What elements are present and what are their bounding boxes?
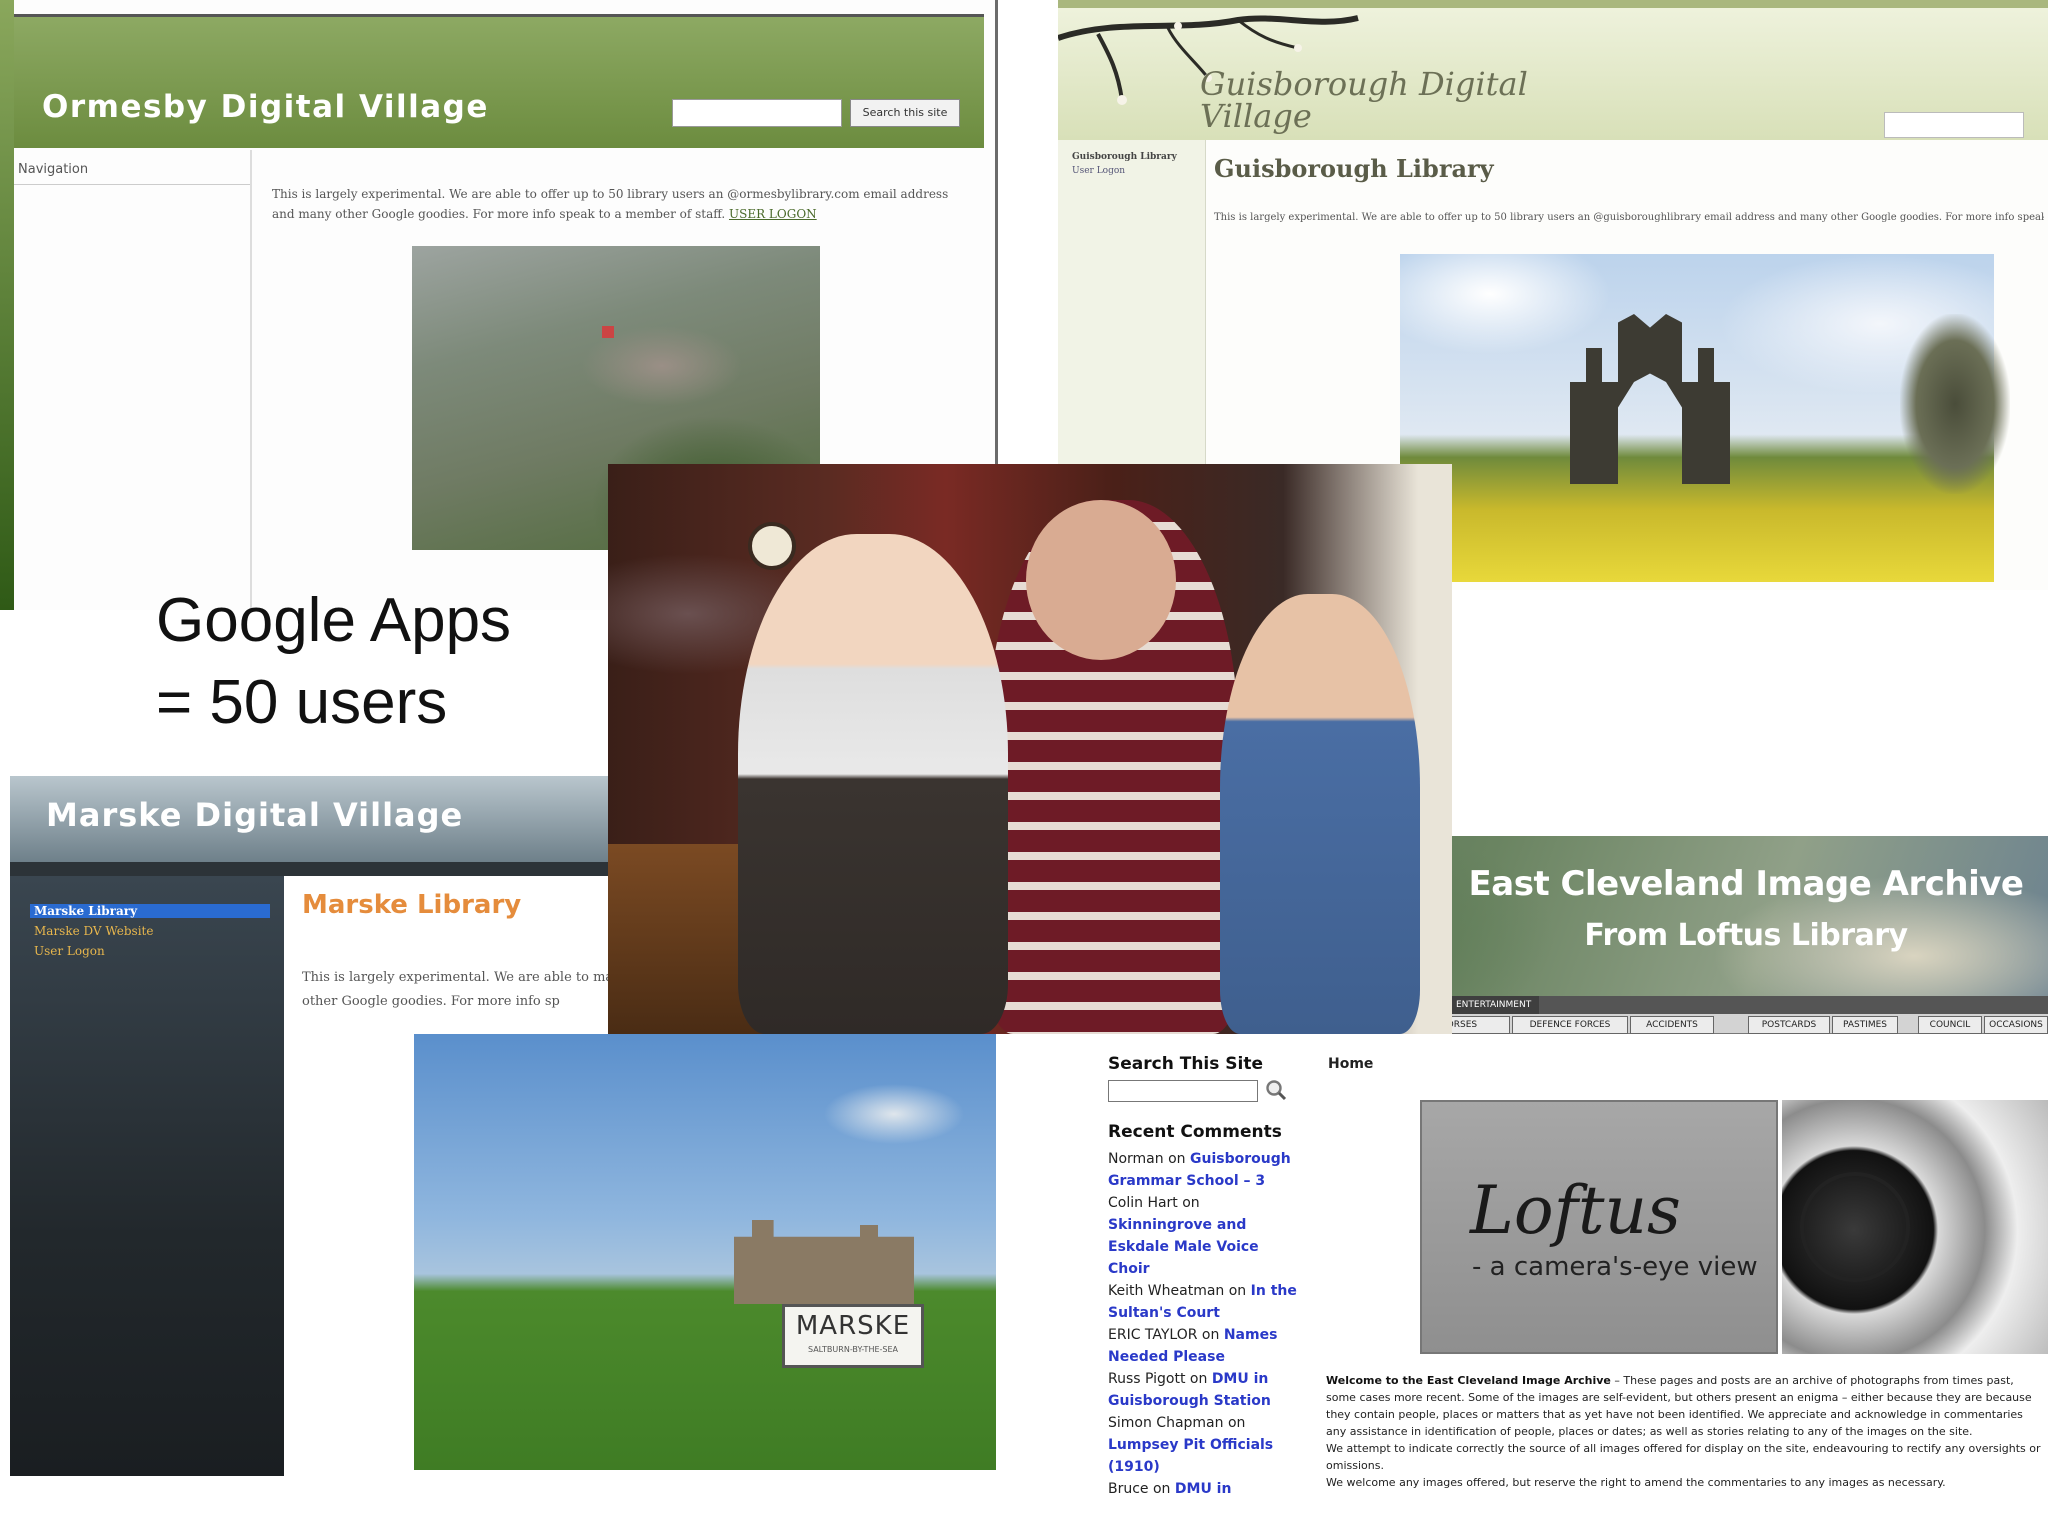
loftus-title: Loftus: [1470, 1172, 1681, 1249]
tab-occasions[interactable]: OCCASIONS: [1984, 1016, 2048, 1034]
search-input[interactable]: [1884, 112, 2024, 138]
user-logon-link[interactable]: USER LOGON: [729, 207, 817, 221]
site-title: Ormesby Digital Village: [42, 89, 489, 125]
comment-post-link[interactable]: Lumpsey Pit Officials (1910): [1108, 1437, 1273, 1475]
page-title: Marske Library: [302, 890, 522, 920]
wall-clock: [748, 522, 796, 570]
tab-entertainment[interactable]: ENTERTAINMENT: [1448, 996, 1540, 1014]
list-item: Norman on Guisborough Grammar School – 3: [1108, 1148, 1304, 1192]
search-icon[interactable]: [1264, 1078, 1288, 1102]
intro-text: This is largely experimental. We are abl…: [272, 184, 972, 224]
sign-subtext: SALTBURN-BY-THE-SEA: [807, 1345, 899, 1354]
loftus-banner: Loftus - a camera's-eye view: [1420, 1100, 1778, 1354]
comment-author: ERIC TAYLOR on: [1108, 1327, 1220, 1343]
list-item: Bruce on DMU in: [1108, 1478, 1304, 1500]
welcome-text: Welcome to the East Cleveland Image Arch…: [1326, 1372, 2042, 1491]
welcome-paragraph-3: We welcome any images offered, but reser…: [1326, 1476, 1946, 1489]
recent-comments-heading: Recent Comments: [1108, 1122, 1282, 1142]
home-heading: Home: [1328, 1056, 1374, 1072]
tab-pastimes[interactable]: PASTIMES: [1832, 1016, 1898, 1034]
intro-text: This is largely experimental. We are abl…: [1214, 212, 2044, 223]
tab-postcards[interactable]: POSTCARDS: [1748, 1016, 1830, 1034]
search-input[interactable]: [1108, 1080, 1258, 1102]
banner-subtitle: From Loftus Library: [1584, 918, 1908, 953]
comment-author: Russ Pigott on: [1108, 1371, 1208, 1387]
navigation-label: Navigation: [18, 162, 89, 177]
tree: [1900, 314, 2010, 494]
comment-author: Keith Wheatman on: [1108, 1283, 1247, 1299]
sidebar-navigation: Navigation: [14, 150, 252, 610]
comment-post-link[interactable]: DMU in: [1175, 1481, 1232, 1497]
tab-accidents[interactable]: ACCIDENTS: [1630, 1016, 1714, 1034]
slide-caption: Google Apps = 50 users: [156, 580, 511, 744]
user-logon-link[interactable]: User Logon: [1072, 166, 1125, 176]
sidebar-item-user-logon[interactable]: User Logon: [34, 944, 105, 958]
search-heading: Search This Site: [1108, 1054, 1264, 1074]
comment-author: Bruce on: [1108, 1481, 1171, 1497]
priory-photo: [1400, 254, 2010, 582]
search-button[interactable]: Search this site: [850, 99, 960, 127]
comment-author: Simon Chapman on: [1108, 1415, 1246, 1431]
hall-building: [734, 1220, 914, 1304]
loftus-subtitle: - a camera's-eye view: [1472, 1252, 1758, 1282]
welcome-paragraph-2: We attempt to indicate correctly the sou…: [1326, 1442, 2041, 1472]
person-2-head: [1026, 500, 1176, 660]
page-title: Guisborough Library: [1214, 154, 1494, 183]
comment-author: Colin Hart on: [1108, 1195, 1200, 1211]
sign-text: MARSKE: [795, 1311, 911, 1341]
divider: [14, 184, 250, 185]
comment-author: Norman on: [1108, 1151, 1186, 1167]
recent-comments-list: Norman on Guisborough Grammar School – 3…: [1108, 1148, 1304, 1500]
search-input[interactable]: [672, 99, 842, 127]
site-header: Ormesby Digital Village Search this site: [14, 14, 984, 148]
welcome-heading: Welcome to the East Cleveland Image Arch…: [1326, 1374, 1611, 1387]
priory-ruin: [1570, 314, 1730, 484]
site-title: Marske Digital Village: [46, 796, 464, 834]
comment-post-link[interactable]: Skinningrove and Eskdale Male Voice Choi…: [1108, 1217, 1259, 1277]
caption-line-2: = 50 users: [156, 668, 448, 737]
tab-defence-forces[interactable]: DEFENCE FORCES: [1512, 1016, 1628, 1034]
site-title: Guisborough Digital Village: [1200, 65, 1528, 135]
intro-paragraph: This is largely experimental. We are abl…: [272, 187, 949, 221]
sidebar-title: Guisborough Library: [1072, 152, 1177, 162]
decorative-edge: [0, 0, 14, 610]
camera-lens-photo: [1782, 1100, 2048, 1354]
tab-council[interactable]: COUNCIL: [1918, 1016, 1982, 1034]
list-item: Russ Pigott on DMU in Guisborough Statio…: [1108, 1368, 1304, 1412]
sidebar-item-marske-library[interactable]: Marske Library: [30, 904, 270, 918]
town-sign: MARSKE SALTBURN-BY-THE-SEA: [782, 1304, 924, 1368]
group-photo: [608, 464, 1452, 1034]
person-1: [738, 534, 1008, 1034]
list-item: Simon Chapman on Lumpsey Pit Officials (…: [1108, 1412, 1304, 1478]
caption-line-1: Google Apps: [156, 586, 512, 655]
intro-text: This is largely experimental. We are abl…: [302, 970, 629, 1009]
list-item: ERIC TAYLOR on Names Needed Please: [1108, 1324, 1304, 1368]
banner-title: East Cleveland Image Archive: [1468, 864, 2024, 904]
site-header: Guisborough Digital Village: [1058, 0, 2048, 140]
person-3: [1220, 594, 1420, 1034]
list-item: Colin Hart on Skinningrove and Eskdale M…: [1108, 1192, 1304, 1280]
sidebar: Marske Library Marske DV Website User Lo…: [10, 876, 284, 1476]
sidebar-item-marske-dv-website[interactable]: Marske DV Website: [34, 924, 153, 938]
marske-hall-photo: MARSKE SALTBURN-BY-THE-SEA: [414, 1034, 996, 1470]
list-item: Keith Wheatman on In the Sultan's Court: [1108, 1280, 1304, 1324]
